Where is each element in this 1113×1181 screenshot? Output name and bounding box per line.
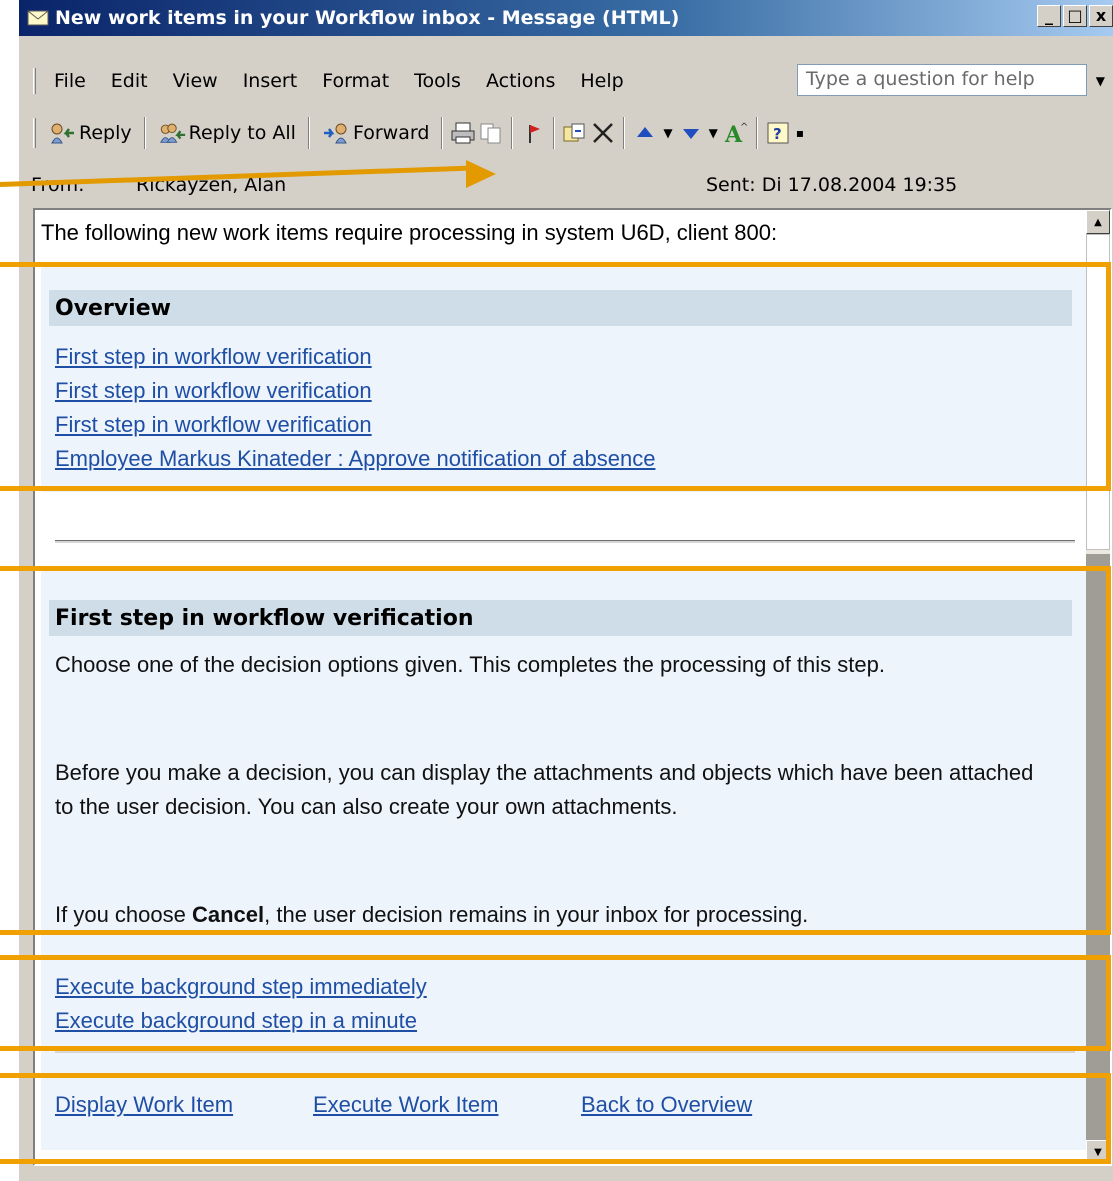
reply-all-label: Reply to All — [188, 122, 296, 144]
reply-label: Reply — [79, 122, 132, 144]
window-title: New work items in your Workflow inbox - … — [55, 7, 680, 29]
reply-all-button[interactable]: Reply to All — [152, 115, 302, 151]
forward-label: Forward — [352, 122, 430, 144]
toolbar-separator — [143, 117, 146, 149]
toolbar-separator — [511, 117, 514, 149]
menu-edit[interactable]: Edit — [111, 70, 148, 92]
svg-text:^: ^ — [740, 122, 748, 133]
menu-format[interactable]: Format — [322, 70, 389, 92]
chevron-down-icon[interactable]: ▼ — [709, 126, 718, 140]
highlight-actions — [0, 1073, 1111, 1164]
highlight-decisions — [0, 955, 1111, 1051]
toolbar: Reply Reply to All Forward ▼ ▼ A ^ ? ▪ — [19, 110, 1113, 156]
toolbar-options-icon[interactable]: ▪ — [796, 126, 804, 140]
toolbar-separator — [441, 117, 444, 149]
chevron-down-icon[interactable]: ▼ — [663, 126, 672, 140]
annotation-arrowhead — [466, 160, 496, 188]
reply-icon — [48, 120, 76, 146]
menu-bar: File Edit View Insert Format Tools Actio… — [19, 62, 1113, 100]
help-icon[interactable]: ? — [764, 120, 792, 146]
previous-item-icon[interactable] — [631, 120, 659, 146]
sent-label: Sent: — [706, 174, 756, 196]
copy-icon[interactable] — [477, 120, 505, 146]
menu-tools[interactable]: Tools — [414, 70, 461, 92]
scroll-up-button[interactable]: ▲ — [1086, 210, 1110, 234]
highlight-overview — [0, 262, 1111, 491]
toolbar-separator — [755, 117, 758, 149]
envelope-icon — [27, 10, 49, 26]
sent-value: Di 17.08.2004 19:35 — [761, 174, 958, 196]
toolbar-separator — [307, 117, 310, 149]
forward-button[interactable]: Forward — [316, 115, 435, 151]
close-button[interactable]: x — [1089, 5, 1113, 27]
toolbar-separator — [623, 117, 626, 149]
divider — [55, 540, 1075, 543]
toolbar-separator — [553, 117, 556, 149]
menu-actions[interactable]: Actions — [486, 70, 555, 92]
format-font-icon[interactable]: A ^ — [722, 120, 750, 146]
help-search-input[interactable]: Type a question for help — [797, 64, 1087, 96]
sent-info: Sent: Di 17.08.2004 19:35 — [706, 174, 957, 196]
message-header: From: Rickayzen, Alan Sent: Di 17.08.200… — [19, 168, 1113, 204]
menu-view[interactable]: View — [173, 70, 218, 92]
next-item-icon[interactable] — [677, 120, 705, 146]
move-to-folder-icon[interactable] — [561, 120, 589, 146]
delete-icon[interactable] — [589, 120, 617, 146]
title-bar[interactable]: New work items in your Workflow inbox - … — [19, 0, 1113, 36]
toolbar-grip[interactable] — [33, 118, 36, 148]
flag-icon[interactable] — [519, 120, 547, 146]
reply-all-icon — [158, 120, 186, 146]
menu-grip[interactable] — [33, 68, 36, 94]
menu-insert[interactable]: Insert — [243, 70, 298, 92]
menu-help[interactable]: Help — [580, 70, 623, 92]
minimize-button[interactable]: _ — [1037, 5, 1061, 27]
print-icon[interactable] — [449, 120, 477, 146]
intro-text: The following new work items require pro… — [41, 220, 778, 245]
window-controls: _ □ x — [1037, 5, 1113, 27]
menu-file[interactable]: File — [54, 70, 86, 92]
forward-icon — [322, 120, 350, 146]
svg-text:?: ? — [773, 125, 782, 143]
maximize-button[interactable]: □ — [1063, 5, 1087, 27]
highlight-detail — [0, 566, 1111, 935]
reply-button[interactable]: Reply — [42, 115, 138, 151]
help-dropdown-icon[interactable]: ▼ — [1096, 74, 1105, 88]
